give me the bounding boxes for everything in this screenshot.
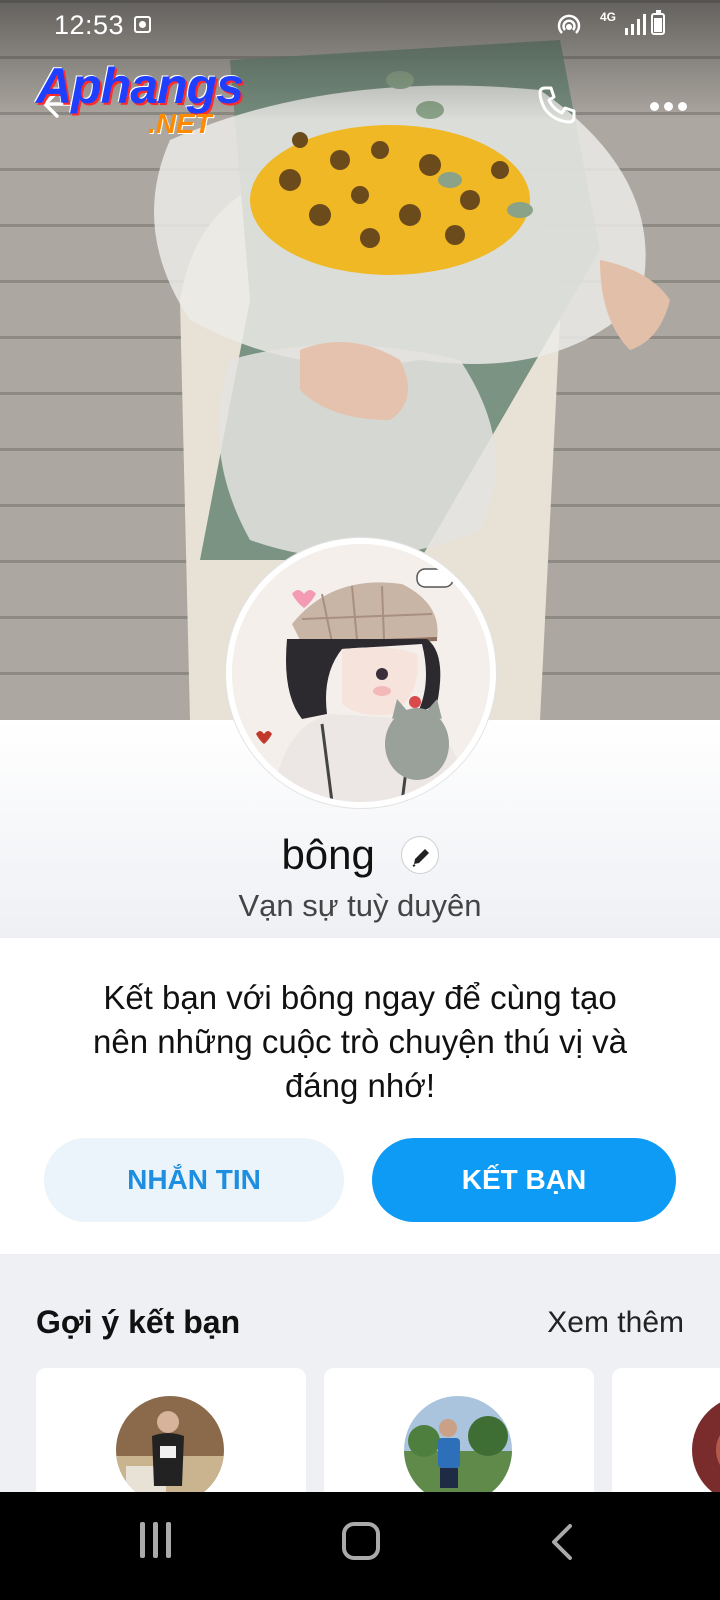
watermark-main: Aphangs <box>36 58 244 114</box>
pencil-icon <box>412 848 429 867</box>
suggestions-title: Gợi ý kết bạn <box>36 1304 241 1340</box>
invite-message: Kết bạn với bông ngay để cùng tạo nên nh… <box>93 979 627 1104</box>
watermark-sub: .NET <box>148 108 212 139</box>
suggestion-avatar <box>404 1396 512 1504</box>
profile-name-row: bông <box>0 828 720 879</box>
status-bar: 12:53 4G <box>0 0 720 52</box>
status-time: 12:53 <box>54 10 125 40</box>
friend-suggestions: Gợi ý kết bạn Xem thêm <box>0 1254 720 1528</box>
recent-apps-button[interactable] <box>140 1522 180 1562</box>
see-more-link[interactable]: Xem thêm <box>547 1306 684 1340</box>
phone-icon <box>538 86 576 124</box>
call-button[interactable] <box>532 80 582 130</box>
edit-name-button[interactable] <box>400 835 439 874</box>
profile-screen: 12:53 4G Aphangs .NET bông Vạn sự tuỳ du… <box>0 0 720 1600</box>
suggestion-avatar <box>692 1396 720 1504</box>
system-back-button[interactable] <box>548 1522 576 1567</box>
suggestion-avatar <box>116 1396 224 1504</box>
battery-icon <box>651 10 665 35</box>
profile-name: bông <box>281 830 375 878</box>
hotspot-icon <box>557 14 581 34</box>
more-button[interactable] <box>640 90 696 122</box>
system-nav-bar <box>0 1492 720 1600</box>
chevron-left-icon <box>552 1524 572 1560</box>
friend-invite-section: Kết bạn với bông ngay để cùng tạo nên nh… <box>0 938 720 1254</box>
profile-avatar[interactable] <box>226 538 496 808</box>
home-button[interactable] <box>342 1522 380 1560</box>
profile-bio: Vạn sự tuỳ duyên <box>238 888 482 923</box>
notification-icon <box>134 16 151 33</box>
message-button[interactable]: NHẮN TIN <box>44 1138 344 1222</box>
more-horizontal-icon <box>649 101 659 111</box>
recent-apps-icon <box>140 1522 145 1558</box>
add-friend-button[interactable]: KẾT BẠN <box>372 1138 676 1222</box>
network-type: 4G <box>600 10 617 24</box>
watermark-logo: Aphangs .NET <box>36 58 256 139</box>
avatar-illustration <box>232 544 490 802</box>
signal-icon <box>625 14 646 35</box>
